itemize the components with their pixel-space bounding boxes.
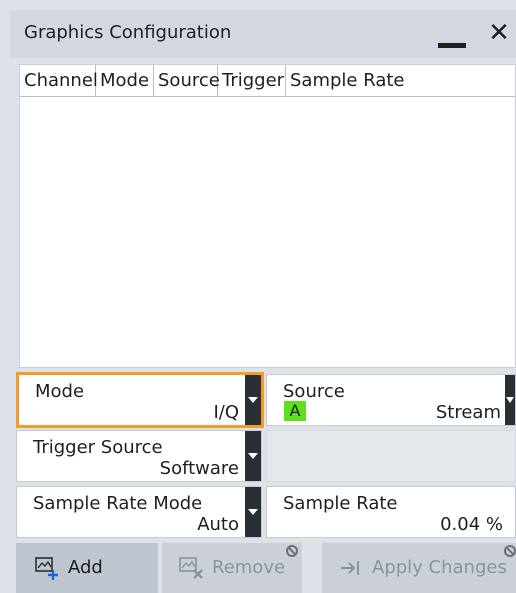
chevron-down-icon — [506, 397, 514, 403]
chevron-down-icon — [248, 397, 258, 403]
sample-rate-label: Sample Rate — [283, 493, 398, 514]
sample-rate-mode-value: Auto — [197, 514, 239, 535]
source-label: Source — [283, 381, 345, 402]
mode-value: I/Q — [213, 402, 239, 423]
table-header: Channel Mode Source Trigger Sample Rate — [20, 65, 515, 97]
source-badge: A — [284, 401, 306, 421]
column-header-mode[interactable]: Mode — [96, 65, 154, 97]
trigger-source-label: Trigger Source — [33, 437, 163, 458]
empty-field-area — [266, 430, 516, 482]
source-value: Stream — [435, 402, 501, 423]
column-header-source[interactable]: Source — [154, 65, 220, 97]
source-select[interactable]: Source A Stream — [266, 374, 516, 426]
apply-icon — [340, 559, 362, 581]
remove-icon — [178, 556, 206, 584]
dialog-title: Graphics Configuration — [24, 22, 232, 43]
channel-table: Channel Mode Source Trigger Sample Rate — [19, 64, 516, 368]
graphics-configuration-dialog: Graphics Configuration ✕ Channel Mode So… — [0, 0, 516, 593]
not-allowed-icon — [504, 545, 516, 557]
add-button[interactable]: Add — [16, 543, 158, 593]
minimize-icon[interactable] — [438, 24, 468, 48]
column-header-trigger[interactable]: Trigger — [218, 65, 286, 97]
source-dropdown-button[interactable] — [505, 375, 515, 425]
sample-rate-field[interactable]: Sample Rate 0.04 % — [266, 486, 516, 538]
trigger-source-dropdown-button[interactable] — [245, 431, 261, 481]
sample-rate-value: 0.04 % — [440, 514, 503, 535]
remove-button-label: Remove — [212, 557, 286, 578]
column-header-sample-rate[interactable]: Sample Rate — [286, 65, 515, 97]
add-button-label: Add — [68, 557, 103, 578]
close-icon[interactable]: ✕ — [486, 18, 512, 48]
sample-rate-mode-select[interactable]: Sample Rate Mode Auto — [16, 486, 262, 538]
mode-select[interactable]: Mode I/Q — [16, 372, 264, 428]
table-body[interactable] — [20, 97, 515, 367]
chevron-down-icon — [248, 509, 258, 515]
chevron-down-icon — [248, 453, 258, 459]
mode-dropdown-button[interactable] — [245, 375, 261, 425]
remove-button[interactable]: Remove — [162, 543, 302, 593]
mode-label: Mode — [35, 381, 85, 402]
sample-rate-mode-dropdown-button[interactable] — [245, 487, 261, 537]
apply-changes-button[interactable]: Apply Changes — [322, 543, 516, 593]
column-header-channel[interactable]: Channel — [20, 65, 98, 97]
trigger-source-select[interactable]: Trigger Source Software — [16, 430, 262, 482]
title-bar: Graphics Configuration ✕ — [10, 10, 516, 58]
trigger-source-value: Software — [159, 458, 239, 479]
sample-rate-mode-label: Sample Rate Mode — [33, 493, 203, 514]
add-icon — [34, 556, 60, 584]
apply-changes-button-label: Apply Changes — [372, 557, 507, 578]
not-allowed-icon — [286, 545, 298, 557]
